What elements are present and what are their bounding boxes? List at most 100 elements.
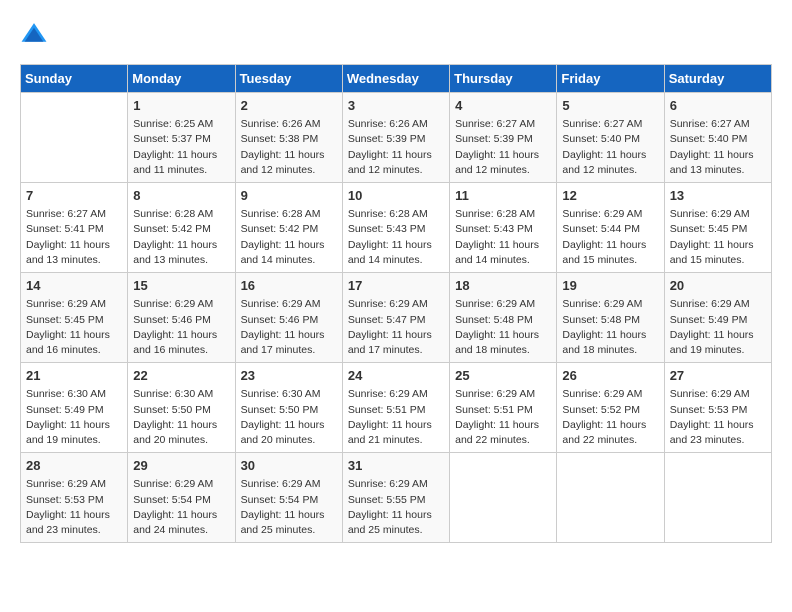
day-info: Sunrise: 6:29 AM Sunset: 5:51 PM Dayligh… — [348, 387, 444, 448]
day-info: Sunrise: 6:29 AM Sunset: 5:52 PM Dayligh… — [562, 387, 658, 448]
calendar-cell: 17 Sunrise: 6:29 AM Sunset: 5:47 PM Dayli… — [342, 273, 449, 363]
day-number: 17 — [348, 277, 444, 295]
day-number: 2 — [241, 97, 337, 115]
day-number: 31 — [348, 457, 444, 475]
day-number: 18 — [455, 277, 551, 295]
day-number: 15 — [133, 277, 229, 295]
calendar-cell: 30 Sunrise: 6:29 AM Sunset: 5:54 PM Dayli… — [235, 453, 342, 543]
calendar-cell: 4 Sunrise: 6:27 AM Sunset: 5:39 PM Daylig… — [450, 93, 557, 183]
day-info: Sunrise: 6:29 AM Sunset: 5:44 PM Dayligh… — [562, 207, 658, 268]
day-number: 29 — [133, 457, 229, 475]
day-info: Sunrise: 6:29 AM Sunset: 5:46 PM Dayligh… — [241, 297, 337, 358]
day-info: Sunrise: 6:28 AM Sunset: 5:42 PM Dayligh… — [241, 207, 337, 268]
weekday-header: Wednesday — [342, 65, 449, 93]
day-number: 26 — [562, 367, 658, 385]
calendar-cell: 2 Sunrise: 6:26 AM Sunset: 5:38 PM Daylig… — [235, 93, 342, 183]
page-header — [20, 20, 772, 48]
day-info: Sunrise: 6:29 AM Sunset: 5:46 PM Dayligh… — [133, 297, 229, 358]
logo-icon — [20, 20, 48, 48]
day-info: Sunrise: 6:29 AM Sunset: 5:53 PM Dayligh… — [26, 477, 122, 538]
calendar-cell: 22 Sunrise: 6:30 AM Sunset: 5:50 PM Dayli… — [128, 363, 235, 453]
day-number: 9 — [241, 187, 337, 205]
day-info: Sunrise: 6:28 AM Sunset: 5:43 PM Dayligh… — [348, 207, 444, 268]
day-number: 19 — [562, 277, 658, 295]
calendar-cell: 11 Sunrise: 6:28 AM Sunset: 5:43 PM Dayli… — [450, 183, 557, 273]
calendar-cell — [21, 93, 128, 183]
day-info: Sunrise: 6:29 AM Sunset: 5:53 PM Dayligh… — [670, 387, 766, 448]
day-info: Sunrise: 6:30 AM Sunset: 5:50 PM Dayligh… — [241, 387, 337, 448]
day-number: 25 — [455, 367, 551, 385]
day-info: Sunrise: 6:29 AM Sunset: 5:54 PM Dayligh… — [241, 477, 337, 538]
day-info: Sunrise: 6:29 AM Sunset: 5:45 PM Dayligh… — [670, 207, 766, 268]
day-info: Sunrise: 6:27 AM Sunset: 5:40 PM Dayligh… — [562, 117, 658, 178]
day-info: Sunrise: 6:29 AM Sunset: 5:51 PM Dayligh… — [455, 387, 551, 448]
day-info: Sunrise: 6:29 AM Sunset: 5:49 PM Dayligh… — [670, 297, 766, 358]
calendar-cell: 5 Sunrise: 6:27 AM Sunset: 5:40 PM Daylig… — [557, 93, 664, 183]
calendar-cell: 27 Sunrise: 6:29 AM Sunset: 5:53 PM Dayli… — [664, 363, 771, 453]
calendar-cell: 8 Sunrise: 6:28 AM Sunset: 5:42 PM Daylig… — [128, 183, 235, 273]
day-number: 12 — [562, 187, 658, 205]
calendar-cell: 21Sunrise: 6:30 AM Sunset: 5:49 PM Dayli… — [21, 363, 128, 453]
calendar-cell: 9 Sunrise: 6:28 AM Sunset: 5:42 PM Daylig… — [235, 183, 342, 273]
day-number: 14 — [26, 277, 122, 295]
day-number: 4 — [455, 97, 551, 115]
calendar-cell: 24 Sunrise: 6:29 AM Sunset: 5:51 PM Dayli… — [342, 363, 449, 453]
calendar-cell: 16 Sunrise: 6:29 AM Sunset: 5:46 PM Dayli… — [235, 273, 342, 363]
day-number: 16 — [241, 277, 337, 295]
weekday-header: Thursday — [450, 65, 557, 93]
day-number: 10 — [348, 187, 444, 205]
calendar-cell: 29 Sunrise: 6:29 AM Sunset: 5:54 PM Dayli… — [128, 453, 235, 543]
day-number: 22 — [133, 367, 229, 385]
calendar-cell — [450, 453, 557, 543]
day-info: Sunrise: 6:29 AM Sunset: 5:48 PM Dayligh… — [455, 297, 551, 358]
calendar-cell — [557, 453, 664, 543]
calendar-cell: 19 Sunrise: 6:29 AM Sunset: 5:48 PM Dayli… — [557, 273, 664, 363]
calendar-cell: 25 Sunrise: 6:29 AM Sunset: 5:51 PM Dayli… — [450, 363, 557, 453]
calendar-cell: 12 Sunrise: 6:29 AM Sunset: 5:44 PM Dayli… — [557, 183, 664, 273]
day-number: 24 — [348, 367, 444, 385]
calendar-cell: 20Sunrise: 6:29 AM Sunset: 5:49 PM Dayli… — [664, 273, 771, 363]
weekday-header: Friday — [557, 65, 664, 93]
day-info: Sunrise: 6:27 AM Sunset: 5:40 PM Dayligh… — [670, 117, 766, 178]
calendar-cell: 7Sunrise: 6:27 AM Sunset: 5:41 PM Daylig… — [21, 183, 128, 273]
day-info: Sunrise: 6:28 AM Sunset: 5:42 PM Dayligh… — [133, 207, 229, 268]
day-info: Sunrise: 6:27 AM Sunset: 5:41 PM Dayligh… — [26, 207, 122, 268]
weekday-header: Sunday — [21, 65, 128, 93]
day-info: Sunrise: 6:29 AM Sunset: 5:54 PM Dayligh… — [133, 477, 229, 538]
calendar-cell: 10 Sunrise: 6:28 AM Sunset: 5:43 PM Dayli… — [342, 183, 449, 273]
calendar-cell: 26 Sunrise: 6:29 AM Sunset: 5:52 PM Dayli… — [557, 363, 664, 453]
calendar-cell: 18 Sunrise: 6:29 AM Sunset: 5:48 PM Dayli… — [450, 273, 557, 363]
day-number: 8 — [133, 187, 229, 205]
day-number: 28 — [26, 457, 122, 475]
day-number: 11 — [455, 187, 551, 205]
day-number: 6 — [670, 97, 766, 115]
day-info: Sunrise: 6:29 AM Sunset: 5:47 PM Dayligh… — [348, 297, 444, 358]
logo — [20, 20, 52, 48]
day-info: Sunrise: 6:28 AM Sunset: 5:43 PM Dayligh… — [455, 207, 551, 268]
day-info: Sunrise: 6:29 AM Sunset: 5:55 PM Dayligh… — [348, 477, 444, 538]
calendar-cell: 31 Sunrise: 6:29 AM Sunset: 5:55 PM Dayli… — [342, 453, 449, 543]
weekday-header: Tuesday — [235, 65, 342, 93]
day-number: 5 — [562, 97, 658, 115]
day-info: Sunrise: 6:25 AM Sunset: 5:37 PM Dayligh… — [133, 117, 229, 178]
day-number: 13 — [670, 187, 766, 205]
weekday-header: Monday — [128, 65, 235, 93]
day-info: Sunrise: 6:26 AM Sunset: 5:38 PM Dayligh… — [241, 117, 337, 178]
day-number: 27 — [670, 367, 766, 385]
day-number: 21 — [26, 367, 122, 385]
calendar-cell: 14Sunrise: 6:29 AM Sunset: 5:45 PM Dayli… — [21, 273, 128, 363]
day-number: 1 — [133, 97, 229, 115]
day-info: Sunrise: 6:27 AM Sunset: 5:39 PM Dayligh… — [455, 117, 551, 178]
calendar-table: SundayMondayTuesdayWednesdayThursdayFrid… — [20, 64, 772, 543]
day-number: 30 — [241, 457, 337, 475]
day-info: Sunrise: 6:30 AM Sunset: 5:50 PM Dayligh… — [133, 387, 229, 448]
day-info: Sunrise: 6:29 AM Sunset: 5:48 PM Dayligh… — [562, 297, 658, 358]
calendar-cell: 3Sunrise: 6:26 AM Sunset: 5:39 PM Daylig… — [342, 93, 449, 183]
calendar-cell — [664, 453, 771, 543]
weekday-header: Saturday — [664, 65, 771, 93]
day-number: 3 — [348, 97, 444, 115]
calendar-cell: 1 Sunrise: 6:25 AM Sunset: 5:37 PM Daylig… — [128, 93, 235, 183]
calendar-cell: 15 Sunrise: 6:29 AM Sunset: 5:46 PM Dayli… — [128, 273, 235, 363]
calendar-cell: 13 Sunrise: 6:29 AM Sunset: 5:45 PM Dayli… — [664, 183, 771, 273]
calendar-cell: 6 Sunrise: 6:27 AM Sunset: 5:40 PM Daylig… — [664, 93, 771, 183]
